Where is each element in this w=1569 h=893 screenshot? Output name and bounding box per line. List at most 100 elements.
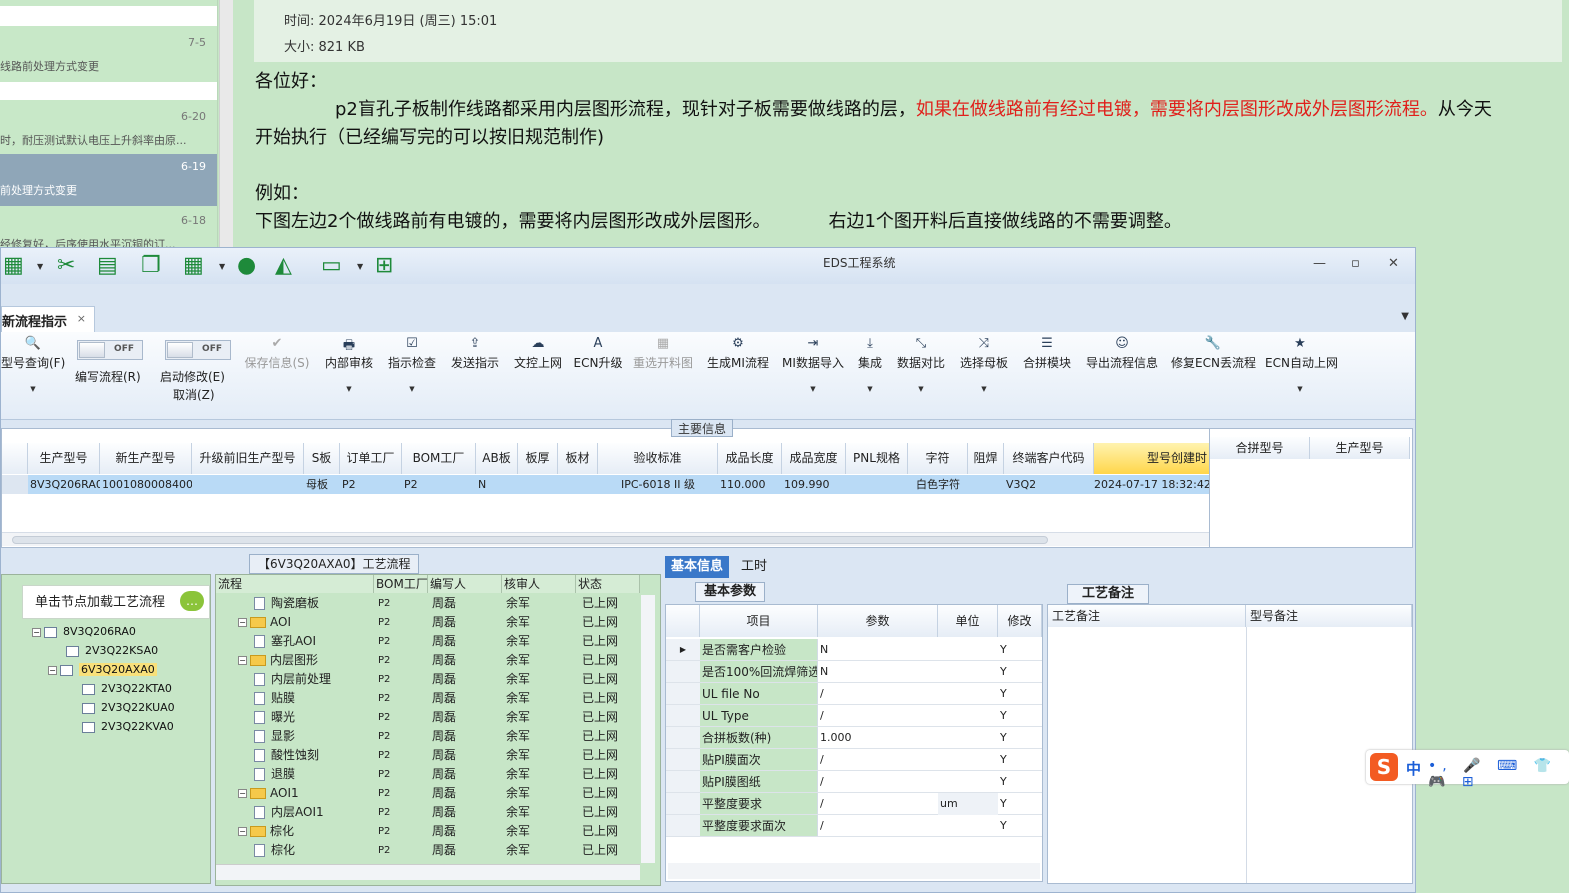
mail-list-scrollbar[interactable]: [219, 0, 233, 248]
scrollbar-thumb[interactable]: [12, 536, 1048, 544]
collapse-icon[interactable]: −: [238, 618, 247, 627]
cell-mod[interactable]: Y: [998, 815, 1042, 837]
cell[interactable]: N: [476, 475, 518, 494]
cell-param[interactable]: N: [818, 639, 938, 661]
process-row[interactable]: 内层AOI1 P2 周磊 余军 已上网: [216, 803, 640, 822]
cell-param[interactable]: N: [818, 661, 938, 683]
chart-icon[interactable]: ◭: [275, 254, 292, 278]
col-header[interactable]: 成品长度: [718, 443, 782, 474]
process-row[interactable]: 曝光 P2 周磊 余军 已上网: [216, 708, 640, 727]
process-row[interactable]: 内层前处理 P2 周磊 余军 已上网: [216, 670, 640, 689]
row-selector[interactable]: [666, 727, 700, 748]
main-info-grid[interactable]: 生产型号 新生产型号 升级前旧生产型号 S板 订单工厂 BOM工厂 AB板 板厚…: [1, 428, 1413, 548]
notes-grid[interactable]: 工艺备注 型号备注: [1047, 604, 1413, 884]
cancel-label[interactable]: 取消(Z): [173, 386, 215, 403]
col-header[interactable]: 修改: [998, 605, 1042, 637]
cell-mod[interactable]: Y: [998, 727, 1042, 749]
collapse-icon[interactable]: −: [32, 627, 41, 637]
params-grid[interactable]: 项目 参数 单位 修改 ▶ 是否需客户检验 N Y 是否100%回流焊筛选 N Y UL fi…: [665, 604, 1043, 882]
col-header-sorted[interactable]: 型号创建时: [1094, 443, 1210, 474]
col-header[interactable]: S板: [304, 443, 340, 474]
process-row[interactable]: 贴膜 P2 周磊 余军 已上网: [216, 689, 640, 708]
tree-node[interactable]: 2V3Q22KTA0: [82, 682, 172, 695]
apps-icon[interactable]: ▦: [183, 254, 204, 278]
basic-info-panel[interactable]: 基本信息 工时 基本参数 项目 参数 单位 修改 ▶ 是否需客户检验 N Y 是否100…: [665, 554, 1043, 890]
node-checkbox[interactable]: [60, 664, 73, 676]
side-col-header[interactable]: 合拼型号: [1210, 437, 1310, 459]
instruction-check-button[interactable]: ☑ 指示检查 ▼: [386, 336, 438, 393]
tree-node[interactable]: 2V3Q22KVA0: [82, 720, 174, 733]
cell[interactable]: 白色字符: [908, 475, 968, 494]
cell[interactable]: [846, 475, 908, 494]
cell-unit[interactable]: um: [938, 793, 998, 815]
ime-toolbar[interactable]: S 中 •, 🎤 ⌨ 👕 🎮 ⊞: [1366, 750, 1569, 790]
cell[interactable]: [558, 475, 598, 494]
param-row[interactable]: ▶ 是否需客户检验 N Y: [666, 639, 1042, 661]
col-header[interactable]: 板材: [558, 443, 598, 474]
collapse-icon[interactable]: −: [238, 827, 247, 836]
node-checkbox[interactable]: [44, 626, 57, 638]
side-col-header[interactable]: 生产型号: [1310, 437, 1410, 459]
windows-icon[interactable]: ⊞: [375, 254, 393, 278]
collapse-icon[interactable]: −: [238, 789, 247, 798]
monitor-icon[interactable]: ▭: [321, 254, 342, 278]
process-row[interactable]: 陶瓷磨板 P2 周磊 余军 已上网: [216, 594, 640, 613]
select-motherboard-button[interactable]: ⤨ 选择母板 ▼: [958, 336, 1010, 393]
row-selector[interactable]: [666, 815, 700, 836]
internal-review-button[interactable]: 🖶 内部审核 ▼: [323, 336, 375, 393]
horizontal-scrollbar[interactable]: [668, 863, 1040, 879]
doc-control-online-button[interactable]: ☁ 文控上网: [512, 336, 564, 371]
col-header[interactable]: 验收标准: [598, 443, 718, 474]
node-checkbox[interactable]: [82, 721, 95, 733]
mail-item[interactable]: 6-18 经修复好，后序使用水平沉铜的订...: [0, 208, 217, 248]
save-info-button[interactable]: ✔ 保存信息(S): [243, 336, 311, 371]
collapse-icon[interactable]: −: [238, 656, 247, 665]
tree-node[interactable]: 2V3Q22KUA0: [82, 701, 175, 714]
data-compare-button[interactable]: ⤡ 数据对比 ▼: [895, 336, 947, 393]
cell-mod[interactable]: Y: [998, 749, 1042, 771]
query-button[interactable]: 🔍 型号查询(F) ▼: [1, 336, 65, 393]
copy-icon[interactable]: ❐: [141, 254, 161, 278]
row-selector[interactable]: [666, 661, 700, 682]
cell-param[interactable]: /: [818, 815, 938, 837]
cell[interactable]: 8V3Q206RA0: [28, 475, 100, 494]
row-selector[interactable]: [2, 475, 28, 494]
cell-mod[interactable]: Y: [998, 683, 1042, 705]
minimize-button[interactable]: —: [1313, 256, 1326, 271]
col-header[interactable]: 项目: [700, 605, 818, 637]
process-row[interactable]: 显影 P2 周磊 余军 已上网: [216, 727, 640, 746]
param-row[interactable]: UL Type / Y: [666, 705, 1042, 727]
user-icon[interactable]: ●: [237, 254, 256, 278]
merge-module-button[interactable]: ☰ 合拼模块: [1021, 336, 1073, 371]
col-header[interactable]: 型号备注: [1246, 605, 1412, 627]
col-header[interactable]: 订单工厂: [340, 443, 402, 474]
cell-mod[interactable]: Y: [998, 661, 1042, 683]
node-checkbox[interactable]: [66, 645, 79, 657]
grid-icon[interactable]: ▦: [3, 254, 24, 278]
tab-dropdown-icon[interactable]: ▼: [1401, 311, 1409, 322]
row-selector[interactable]: [666, 793, 700, 814]
subtab-basic-params[interactable]: 基本参数: [695, 582, 766, 602]
export-flow-info-button[interactable]: ☺ 导出流程信息: [1083, 336, 1161, 371]
tree-node[interactable]: 2V3Q22KSA0: [66, 644, 158, 657]
col-header[interactable]: 板厚: [518, 443, 558, 474]
close-button[interactable]: ✕: [1388, 256, 1399, 271]
row-selector[interactable]: [666, 749, 700, 770]
tree-node-selected[interactable]: − 6V3Q20AXA0: [48, 663, 157, 676]
cell[interactable]: [192, 475, 304, 494]
chevron-down-icon[interactable]: ▼: [357, 262, 363, 271]
col-header[interactable]: 单位: [938, 605, 998, 637]
generate-mi-flow-button[interactable]: ⚙ 生成MI流程: [705, 336, 771, 371]
tab-new-process[interactable]: 新流程指示 ×: [1, 306, 95, 332]
cell-mod[interactable]: Y: [998, 705, 1042, 727]
col-header[interactable]: 新生产型号: [100, 443, 192, 474]
mail-item[interactable]: 7-5 线路前处理方式变更: [0, 30, 217, 80]
cell[interactable]: [518, 475, 558, 494]
maximize-button[interactable]: ▫: [1351, 256, 1360, 271]
process-notes-panel[interactable]: 工艺备注 工艺备注 型号备注: [1047, 554, 1413, 890]
repair-ecn-flow-button[interactable]: 🔧 修复ECN丢流程: [1171, 336, 1256, 371]
cell[interactable]: 2024-07-17 18:32:42: [1094, 475, 1209, 494]
cell-param[interactable]: /: [818, 771, 938, 793]
integrate-button[interactable]: ⤓ 集成 ▼: [855, 336, 885, 393]
cell[interactable]: P2: [340, 475, 402, 494]
